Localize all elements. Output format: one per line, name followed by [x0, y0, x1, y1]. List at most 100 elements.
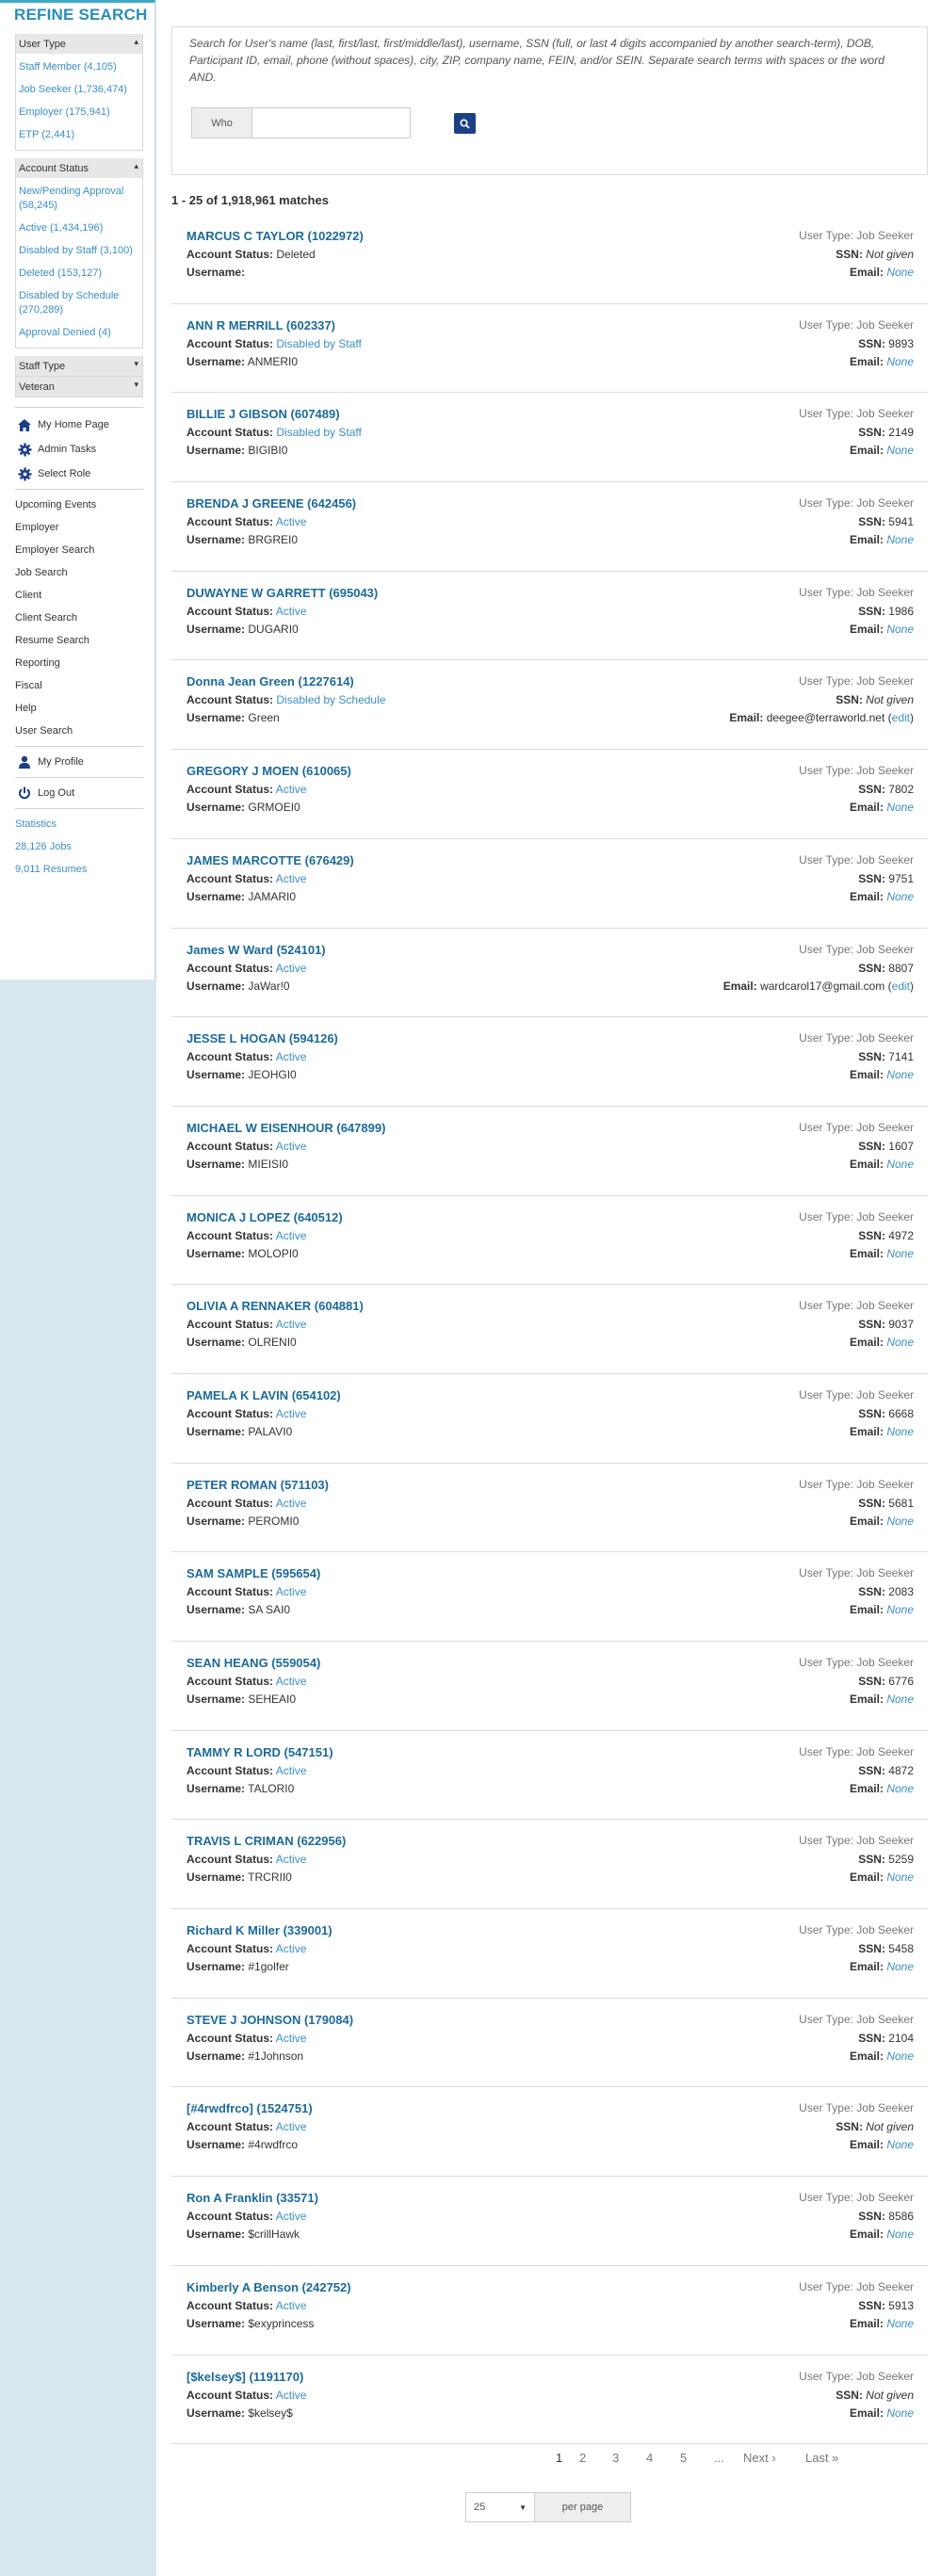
- email-value[interactable]: None: [886, 1871, 914, 1884]
- user-type-filter-item[interactable]: Staff Member (4,105): [19, 60, 142, 74]
- user-name-link[interactable]: Richard K Miller (339001): [187, 1923, 333, 1937]
- account-status-value[interactable]: Disabled by Staff: [276, 337, 362, 350]
- user-name-link[interactable]: ANN R MERRILL (602337): [187, 318, 335, 332]
- account-status-value[interactable]: Active: [276, 1675, 307, 1688]
- email-value[interactable]: None: [886, 1693, 914, 1706]
- user-name-link[interactable]: DUWAYNE W GARRETT (695043): [187, 586, 378, 600]
- user-name-link[interactable]: PETER ROMAN (571103): [187, 1478, 329, 1492]
- select-role-link[interactable]: Select Role: [17, 466, 154, 481]
- user-name-link[interactable]: MARCUS C TAYLOR (1022972): [187, 229, 364, 243]
- user-name-link[interactable]: James W Ward (524101): [187, 943, 326, 957]
- email-value[interactable]: None: [886, 1247, 914, 1260]
- account-status-value[interactable]: Active: [276, 1407, 307, 1420]
- per-page-select[interactable]: 25 ▼: [466, 2493, 535, 2521]
- account-status-value[interactable]: Active: [276, 1942, 307, 1955]
- account-status-value[interactable]: Active: [276, 1050, 307, 1063]
- nav-link-help[interactable]: Help: [15, 697, 154, 720]
- page-link[interactable]: 2: [579, 2451, 586, 2465]
- user-name-link[interactable]: MICHAEL W EISENHOUR (647899): [187, 1121, 385, 1135]
- account-status-value[interactable]: Active: [276, 1229, 307, 1242]
- account-status-filter-item[interactable]: Disabled by Schedule (270,289): [19, 289, 142, 317]
- user-name-link[interactable]: TAMMY R LORD (547151): [187, 1745, 333, 1759]
- email-value[interactable]: None: [886, 1515, 914, 1528]
- user-name-link[interactable]: SEAN HEANG (559054): [187, 1656, 320, 1670]
- edit-email-link[interactable]: edit: [892, 711, 910, 724]
- admin-tasks-link[interactable]: Admin Tasks: [17, 442, 154, 457]
- email-value[interactable]: None: [886, 890, 914, 903]
- account-status-filter-item[interactable]: Approval Denied (4): [19, 326, 142, 340]
- stats-link[interactable]: 9,011 Resumes: [15, 858, 154, 881]
- account-status-heading[interactable]: Account Status ▴: [16, 158, 142, 178]
- user-name-link[interactable]: JESSE L HOGAN (594126): [187, 1031, 338, 1045]
- account-status-value[interactable]: Active: [276, 962, 307, 975]
- account-status-filter-item[interactable]: New/Pending Approval (58,245): [19, 185, 142, 213]
- user-type-filter-item[interactable]: Job Seeker (1,736,474): [19, 83, 142, 97]
- account-status-value[interactable]: Active: [276, 515, 307, 528]
- account-status-value[interactable]: Active: [276, 1140, 307, 1153]
- account-status-value[interactable]: Active: [276, 1853, 307, 1866]
- user-name-link[interactable]: BRENDA J GREENE (642456): [187, 496, 356, 510]
- user-name-link[interactable]: SAM SAMPLE (595654): [187, 1566, 320, 1580]
- nav-link-client-search[interactable]: Client Search: [15, 607, 154, 629]
- email-value[interactable]: None: [886, 533, 914, 546]
- nav-link-upcoming-events[interactable]: Upcoming Events: [15, 494, 154, 516]
- account-status-filter-item[interactable]: Disabled by Staff (3,100): [19, 244, 142, 258]
- email-value[interactable]: None: [886, 623, 914, 636]
- account-status-value[interactable]: Active: [276, 2389, 307, 2402]
- email-value[interactable]: None: [886, 801, 914, 814]
- nav-link-user-search[interactable]: User Search: [15, 720, 154, 742]
- my-profile-link[interactable]: My Profile: [17, 754, 154, 770]
- account-status-value[interactable]: Active: [276, 2210, 307, 2223]
- email-value[interactable]: None: [886, 1782, 914, 1795]
- account-status-value[interactable]: Active: [276, 1764, 307, 1777]
- account-status-value[interactable]: Active: [276, 783, 307, 796]
- stats-link[interactable]: Statistics: [15, 813, 154, 835]
- email-value[interactable]: None: [886, 2406, 914, 2420]
- email-value[interactable]: None: [886, 1068, 914, 1081]
- email-value[interactable]: None: [886, 1425, 914, 1438]
- account-status-value[interactable]: Active: [276, 605, 307, 618]
- email-value[interactable]: None: [886, 2049, 914, 2063]
- email-value[interactable]: None: [886, 1336, 914, 1349]
- page-link[interactable]: 5: [680, 2451, 687, 2465]
- email-value[interactable]: None: [886, 1960, 914, 1973]
- page-link[interactable]: 4: [646, 2451, 653, 2465]
- email-value[interactable]: None: [886, 2138, 914, 2151]
- nav-link-job-search[interactable]: Job Search: [15, 561, 154, 584]
- user-name-link[interactable]: OLIVIA A RENNAKER (604881): [187, 1299, 364, 1313]
- account-status-value[interactable]: Disabled by Staff: [276, 426, 362, 439]
- account-status-value[interactable]: Active: [276, 1585, 307, 1598]
- nav-link-resume-search[interactable]: Resume Search: [15, 629, 154, 652]
- nav-link-employer[interactable]: Employer: [15, 516, 154, 539]
- log-out-link[interactable]: Log Out: [17, 786, 154, 801]
- user-name-link[interactable]: GREGORY J MOEN (610065): [187, 764, 351, 778]
- email-value[interactable]: None: [886, 1603, 914, 1616]
- nav-link-reporting[interactable]: Reporting: [15, 652, 154, 674]
- account-status-value[interactable]: Active: [276, 2032, 307, 2045]
- nav-link-fiscal[interactable]: Fiscal: [15, 674, 154, 697]
- search-button[interactable]: [454, 113, 476, 134]
- email-value[interactable]: None: [886, 2228, 914, 2241]
- account-status-value[interactable]: Disabled by Schedule: [276, 693, 385, 706]
- account-status-value[interactable]: Active: [276, 1497, 307, 1510]
- user-type-heading[interactable]: User Type ▴: [16, 34, 142, 54]
- staff-type-heading[interactable]: Staff Type ▾: [16, 356, 142, 376]
- user-name-link[interactable]: JAMES MARCOTTE (676429): [187, 853, 354, 867]
- account-status-filter-item[interactable]: Deleted (153,127): [19, 267, 142, 281]
- account-status-filter-item[interactable]: Active (1,434,196): [19, 221, 142, 235]
- user-name-link[interactable]: PAMELA K LAVIN (654102): [187, 1388, 341, 1402]
- user-name-link[interactable]: Donna Jean Green (1227614): [187, 674, 354, 689]
- edit-email-link[interactable]: edit: [892, 980, 910, 993]
- email-value[interactable]: None: [886, 355, 914, 368]
- account-status-value[interactable]: Active: [276, 1318, 307, 1331]
- who-search-input[interactable]: [252, 108, 410, 138]
- nav-link-employer-search[interactable]: Employer Search: [15, 539, 154, 561]
- user-name-link[interactable]: STEVE J JOHNSON (179084): [187, 2013, 353, 2027]
- user-name-link[interactable]: TRAVIS L CRIMAN (622956): [187, 1834, 346, 1848]
- user-name-link[interactable]: Ron A Franklin (33571): [187, 2191, 318, 2205]
- nav-link-client[interactable]: Client: [15, 584, 154, 607]
- user-type-filter-item[interactable]: Employer (175,941): [19, 105, 142, 120]
- user-name-link[interactable]: [$kelsey$] (1191170): [187, 2370, 303, 2384]
- email-value[interactable]: None: [886, 1158, 914, 1171]
- stats-link[interactable]: 28,126 Jobs: [15, 835, 154, 858]
